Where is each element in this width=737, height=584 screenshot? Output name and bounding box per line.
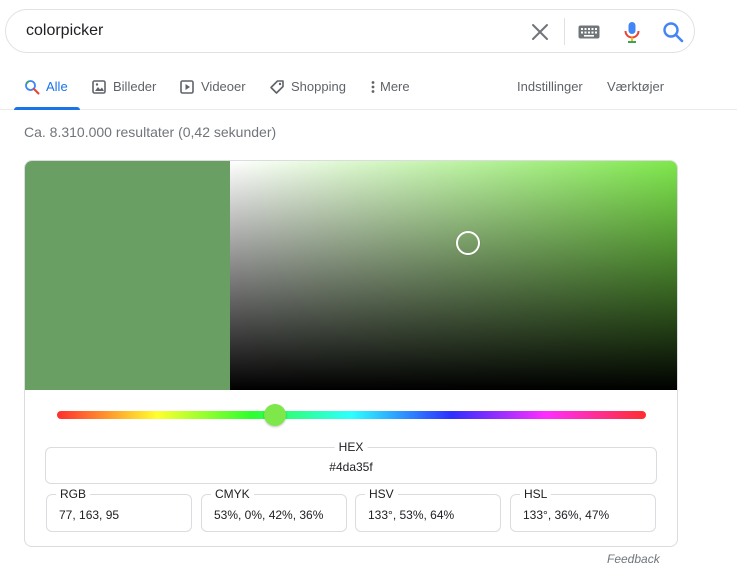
hex-value[interactable]: #4da35f [46, 460, 656, 474]
tab-images-label: Billeder [113, 79, 157, 94]
hex-field[interactable]: HEX #4da35f [45, 440, 657, 484]
search-icon [24, 79, 40, 95]
tab-all[interactable]: Alle [14, 79, 80, 110]
hsv-field[interactable]: HSV 133°, 53%, 64% [355, 487, 501, 532]
search-box[interactable]: colorpicker [5, 9, 695, 53]
feedback-link[interactable]: Feedback [607, 552, 660, 566]
search-tabs: Alle Billeder Videoer Shopping Mere Inds… [0, 66, 737, 110]
search-icon[interactable] [661, 20, 685, 44]
palette-black-layer [230, 161, 677, 390]
play-icon [179, 79, 195, 95]
tab-more[interactable]: Mere [369, 79, 410, 110]
tab-videos-label: Videoer [201, 79, 246, 94]
tab-shopping-label: Shopping [291, 79, 346, 94]
tag-icon [269, 79, 285, 95]
search-input[interactable]: colorpicker [26, 22, 103, 40]
selected-color-swatch [25, 161, 230, 390]
hue-slider[interactable] [57, 411, 646, 419]
hsl-field[interactable]: HSL 133°, 36%, 47% [510, 487, 656, 532]
color-picker-card: HEX #4da35f RGB 77, 163, 95 CMYK 53%, 0%… [24, 160, 678, 547]
cmyk-field[interactable]: CMYK 53%, 0%, 42%, 36% [201, 487, 347, 532]
hsv-value[interactable]: 133°, 53%, 64% [368, 508, 454, 522]
tab-all-label: Alle [46, 79, 68, 94]
result-stats: Ca. 8.310.000 resultater (0,42 sekunder) [24, 124, 277, 140]
cmyk-value[interactable]: 53%, 0%, 42%, 36% [214, 508, 323, 522]
tab-more-label: Mere [380, 79, 410, 94]
rgb-field[interactable]: RGB 77, 163, 95 [46, 487, 192, 532]
microphone-icon[interactable] [620, 20, 644, 44]
cmyk-label: CMYK [211, 487, 254, 501]
search-divider [564, 18, 565, 45]
image-icon [91, 79, 107, 95]
tab-shopping[interactable]: Shopping [269, 79, 346, 110]
more-vert-icon [369, 79, 377, 95]
hue-slider-handle[interactable] [263, 404, 286, 426]
rgb-label: RGB [56, 487, 91, 501]
color-palette[interactable] [230, 161, 677, 390]
rgb-value[interactable]: 77, 163, 95 [59, 508, 119, 522]
hex-label: HEX [334, 440, 368, 454]
tab-images[interactable]: Billeder [91, 79, 156, 110]
keyboard-icon[interactable] [578, 24, 600, 40]
palette-handle[interactable] [455, 231, 480, 256]
settings-link[interactable]: Indstillinger [517, 79, 583, 110]
close-icon[interactable] [530, 22, 550, 42]
hsl-label: HSL [520, 487, 552, 501]
hsv-label: HSV [365, 487, 398, 501]
tools-link[interactable]: Værktøjer [607, 79, 664, 110]
tab-videos[interactable]: Videoer [179, 79, 246, 110]
hsl-value[interactable]: 133°, 36%, 47% [523, 508, 609, 522]
